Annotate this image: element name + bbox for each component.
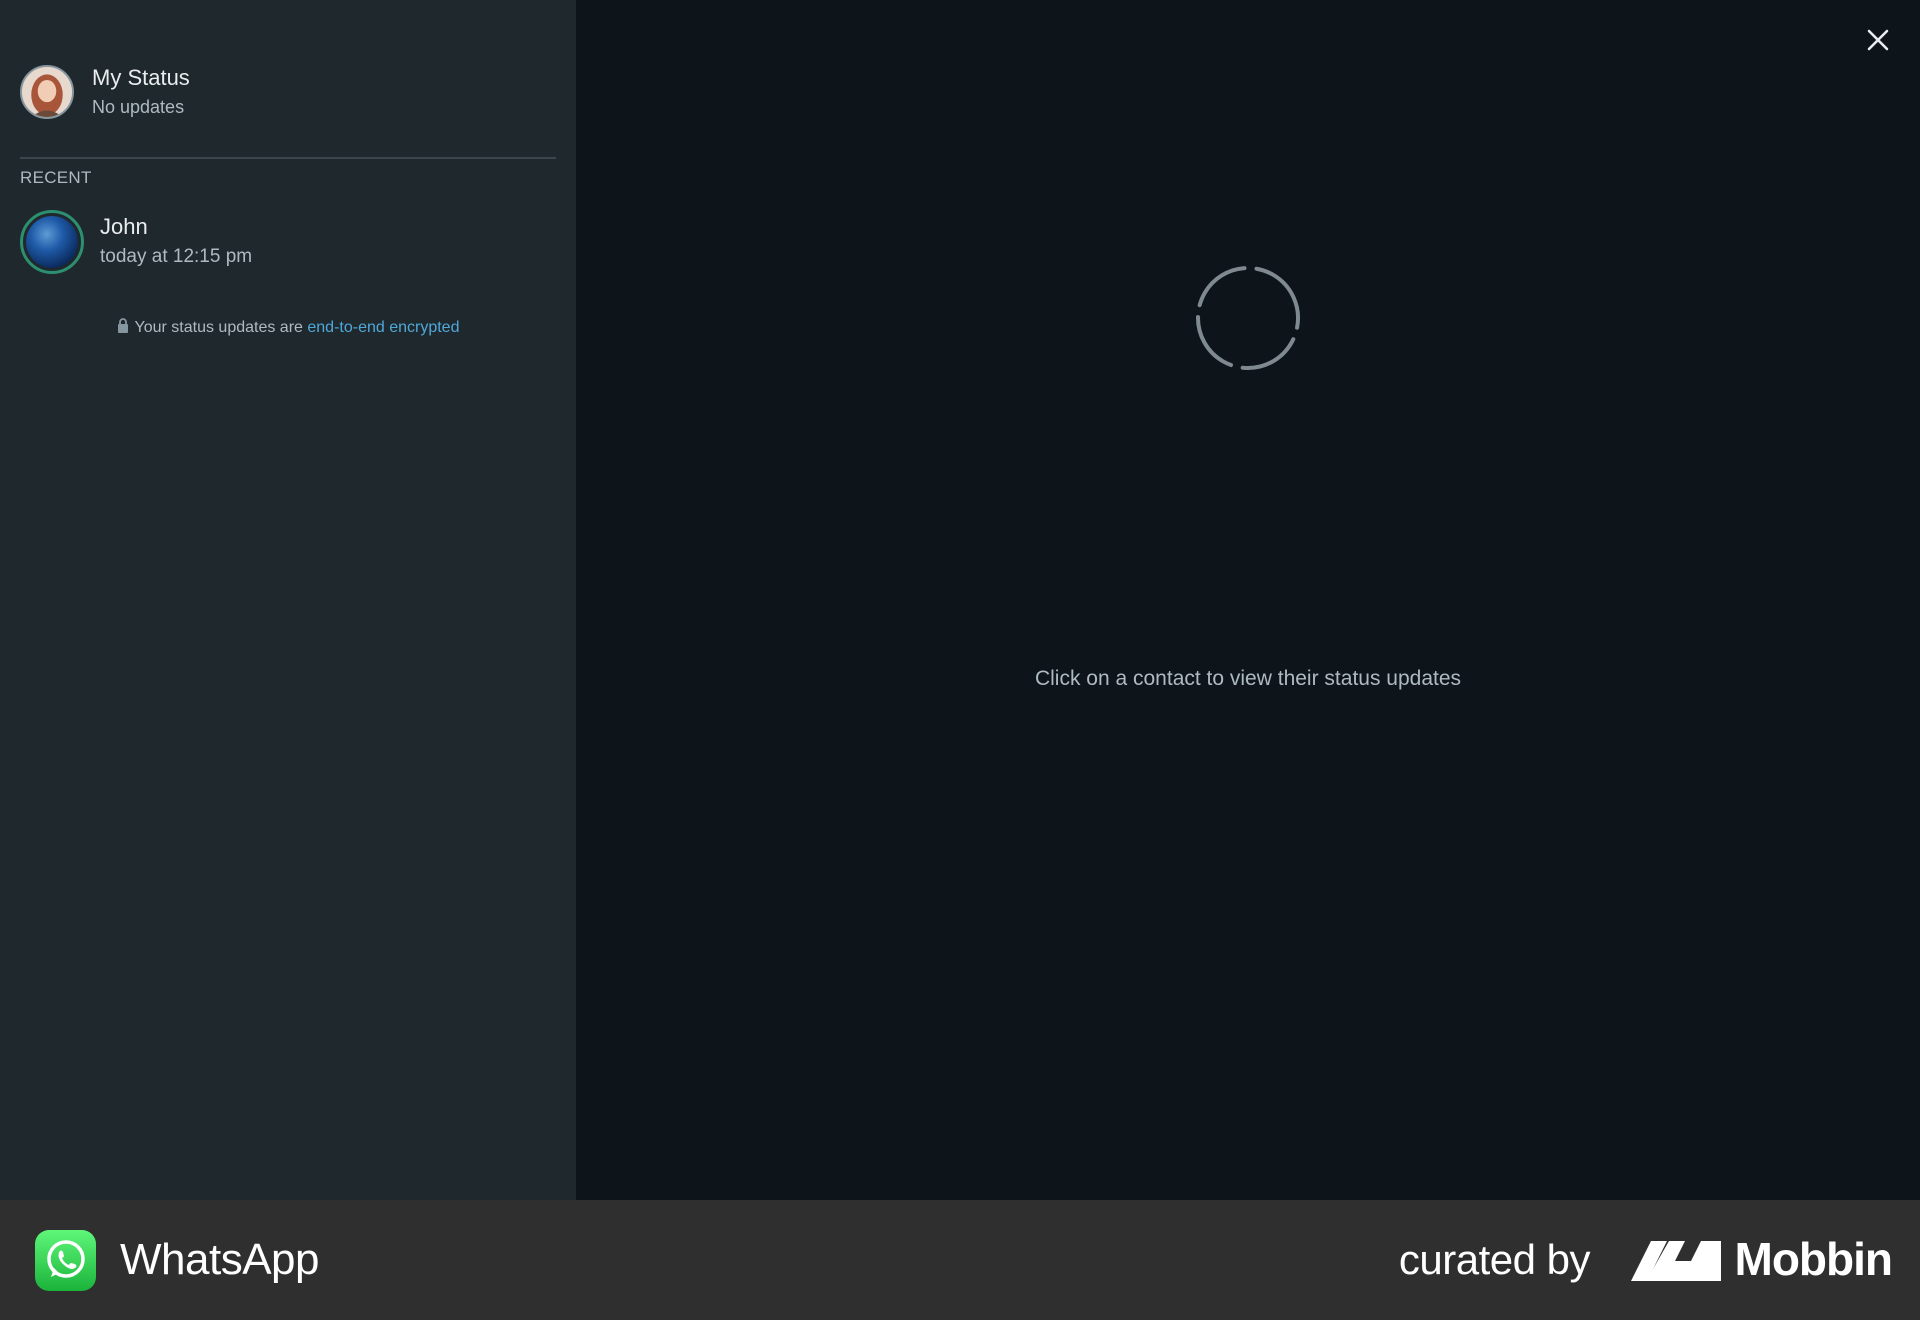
status-sidebar: My Status No updates RECENT John today a…: [0, 0, 576, 1200]
app-name: WhatsApp: [120, 1235, 319, 1284]
recent-status-item[interactable]: John today at 12:15 pm: [20, 210, 252, 274]
divider: [20, 157, 556, 159]
encryption-text: Your status updates are: [134, 319, 308, 336]
footer-banner: WhatsApp curated by Mobbin: [0, 1200, 1920, 1320]
contact-avatar: [20, 210, 84, 274]
curator-logo: Mobbin: [1630, 1232, 1893, 1286]
person-photo-icon: [22, 67, 72, 117]
encryption-note: Your status updates are end-to-end encry…: [0, 318, 576, 338]
encryption-link[interactable]: end-to-end encrypted: [307, 319, 459, 336]
empty-state-hint: Click on a contact to view their status …: [1034, 667, 1462, 690]
lock-icon: [117, 318, 129, 338]
recent-section-label: RECENT: [20, 168, 92, 187]
my-status-subtitle: No updates: [92, 97, 185, 117]
curated-by-label: curated by: [1398, 1236, 1591, 1283]
contact-name: John: [100, 214, 148, 239]
my-avatar: [20, 65, 74, 119]
my-status-row[interactable]: My Status No updates: [20, 64, 190, 120]
whatsapp-logo-icon: [35, 1229, 96, 1291]
status-viewer: My Status No updates RECENT John today a…: [0, 0, 1920, 1200]
close-button[interactable]: [1864, 26, 1892, 54]
spinner-icon: [1196, 266, 1300, 370]
status-time: today at 12:15 pm: [100, 246, 253, 267]
mobbin-logo-icon: [1630, 1241, 1721, 1281]
status-main-panel: [576, 0, 1920, 1200]
my-status-name: My Status: [92, 65, 190, 90]
curator-name: Mobbin: [1734, 1233, 1893, 1285]
globe-photo-icon: [26, 216, 78, 268]
close-icon: [1867, 29, 1889, 51]
